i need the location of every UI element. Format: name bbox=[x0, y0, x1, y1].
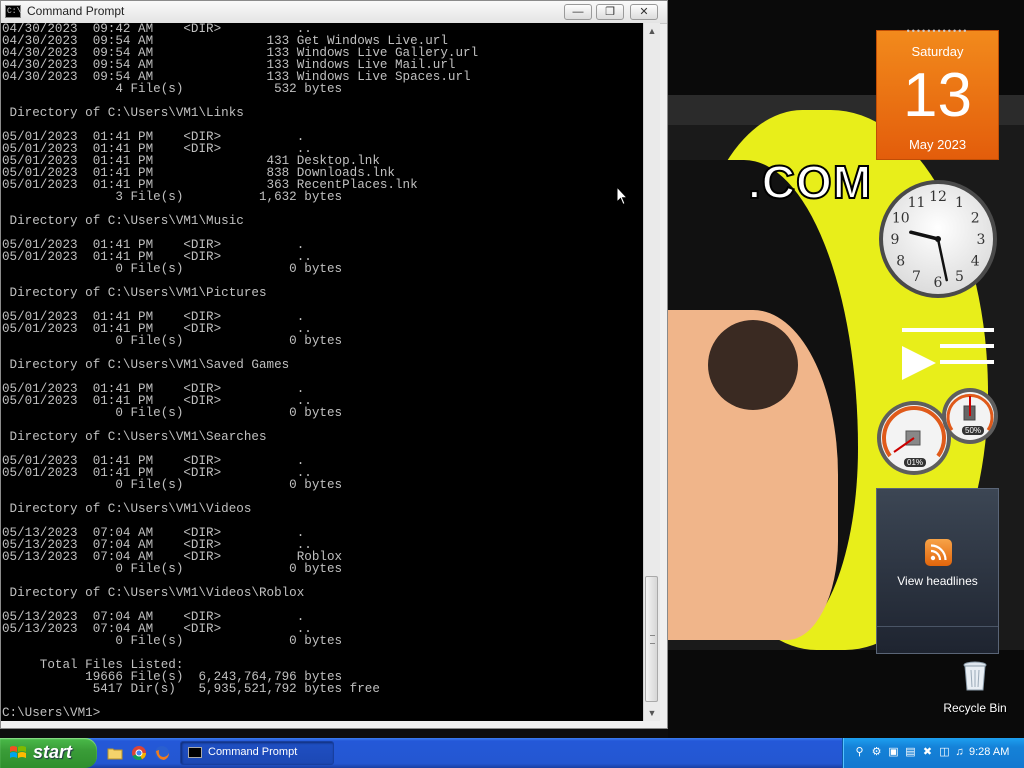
feed-headlines-gadget[interactable]: View headlines bbox=[876, 488, 999, 654]
windows-flag-icon bbox=[10, 746, 26, 758]
console-output[interactable]: 04/30/2023 09:42 AM <DIR> .. 04/30/2023 … bbox=[1, 23, 643, 721]
taskbar-task-label: Command Prompt bbox=[208, 746, 298, 758]
cpu-meter-gadget[interactable]: 01% 50% bbox=[876, 386, 1000, 478]
close-icon: ✕ bbox=[639, 6, 649, 18]
cmd-taskbar-icon bbox=[188, 747, 202, 758]
network-icon[interactable]: ▤ bbox=[904, 746, 917, 759]
window-title: Command Prompt bbox=[27, 4, 125, 18]
mouse-cursor-icon bbox=[616, 186, 628, 206]
close-button[interactable]: ✕ bbox=[630, 4, 658, 20]
clock-gadget[interactable]: 12 12 3 45678 9 1011 bbox=[877, 178, 999, 300]
clock-numeral: 9 bbox=[891, 232, 900, 248]
window-titlebar[interactable]: C:\ Command Prompt — ❐ ✕ bbox=[1, 1, 667, 24]
view-headlines-link[interactable]: View headlines bbox=[877, 574, 998, 588]
clock-numeral: 6 bbox=[934, 275, 943, 291]
clock-numeral: 7 bbox=[912, 269, 921, 285]
clock-numeral: 5 bbox=[955, 269, 964, 285]
feed-footer bbox=[877, 626, 998, 653]
calendar-gadget[interactable]: •••••••••••• Saturday 13 May 2023 bbox=[876, 26, 999, 160]
rss-icon bbox=[925, 539, 952, 566]
console-text: 04/30/2023 09:42 AM <DIR> .. 04/30/2023 … bbox=[2, 23, 479, 720]
clock-numeral: 11 bbox=[908, 195, 926, 211]
scroll-up-arrow-icon[interactable]: ▲ bbox=[644, 23, 660, 39]
clock-numeral: 4 bbox=[971, 254, 980, 270]
recycle-bin-label: Recycle Bin bbox=[943, 701, 1007, 715]
scroll-down-arrow-icon[interactable]: ▼ bbox=[644, 705, 660, 721]
clock-numeral: 10 bbox=[892, 211, 910, 227]
taskbar: start Command Prompt ⚲ ⚙ ▣ ▤ ✖ ◫ ♫ 9:28 … bbox=[0, 738, 1024, 768]
system-tray: ⚲ ⚙ ▣ ▤ ✖ ◫ ♫ 9:28 AM bbox=[842, 738, 1024, 768]
clock-numeral: 12 bbox=[929, 189, 947, 205]
memory-percent: 50% bbox=[962, 426, 985, 435]
clock-numeral: 2 bbox=[971, 211, 980, 227]
chrome-icon[interactable] bbox=[131, 745, 147, 761]
explorer-folder-icon[interactable] bbox=[107, 745, 123, 761]
cpu-percent: 01% bbox=[904, 458, 927, 467]
recycle-bin-desktop-icon[interactable]: Recycle Bin bbox=[940, 660, 1010, 715]
minimize-icon: — bbox=[572, 6, 584, 18]
start-label: start bbox=[33, 742, 73, 762]
action-center-icon[interactable]: ◫ bbox=[938, 746, 951, 759]
calendar-day: 13 bbox=[903, 61, 972, 130]
steam-icon[interactable]: ⚙ bbox=[870, 746, 883, 759]
clock-numeral: 8 bbox=[896, 254, 905, 270]
calendar-rings-icon: •••••••••••• bbox=[906, 26, 969, 36]
maximize-button[interactable]: ❐ bbox=[596, 4, 624, 20]
command-prompt-window[interactable]: C:\ Command Prompt — ❐ ✕ 04/30/2023 09:4… bbox=[0, 0, 668, 729]
display-icon[interactable]: ▣ bbox=[887, 746, 900, 759]
recycle-bin-icon bbox=[963, 661, 987, 691]
vertical-scrollbar[interactable]: ▲ ▼ bbox=[643, 23, 660, 721]
cmd-app-icon[interactable]: C:\ bbox=[5, 5, 21, 18]
wallpaper-text: .COM bbox=[747, 155, 873, 209]
restore-icon: ❐ bbox=[605, 6, 615, 18]
calendar-weekday: Saturday bbox=[911, 44, 964, 59]
firefox-icon[interactable] bbox=[154, 745, 170, 761]
search-icon[interactable]: ⚲ bbox=[853, 746, 866, 759]
start-button[interactable]: start bbox=[0, 738, 97, 768]
calendar-month-year: May 2023 bbox=[908, 137, 967, 152]
tray-clock[interactable]: 9:28 AM bbox=[969, 746, 1009, 758]
speaker-icon[interactable]: ♫ bbox=[953, 746, 966, 759]
media-gadget-icon[interactable] bbox=[900, 326, 996, 382]
minimize-button[interactable]: — bbox=[564, 4, 592, 20]
clock-numeral: 3 bbox=[977, 232, 986, 248]
clock-numeral: 1 bbox=[955, 195, 964, 211]
volume-muted-icon[interactable]: ✖ bbox=[921, 746, 934, 759]
scrollbar-thumb[interactable] bbox=[645, 576, 658, 702]
taskbar-command-prompt-button[interactable]: Command Prompt bbox=[180, 741, 334, 765]
